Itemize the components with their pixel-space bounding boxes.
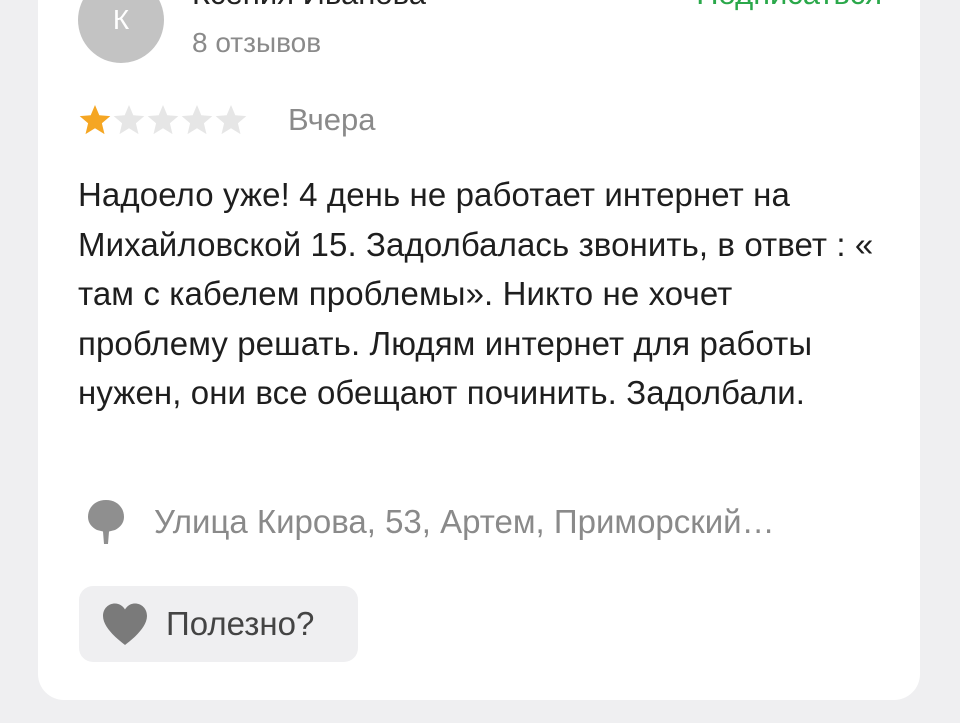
review-card: К Ксения Иванова 8 отзывов Подписаться В… bbox=[38, 0, 920, 700]
heart-icon bbox=[103, 603, 147, 645]
subscribe-button[interactable]: Подписаться bbox=[696, 0, 882, 12]
star-filled-icon bbox=[79, 105, 111, 135]
star-empty-icon bbox=[215, 105, 247, 135]
star-empty-icon bbox=[147, 105, 179, 135]
review-text: Надоело уже! 4 день не работает интернет… bbox=[78, 176, 874, 411]
review-date: Вчера bbox=[288, 102, 376, 137]
star-empty-icon bbox=[113, 105, 145, 135]
map-pin-icon bbox=[88, 500, 124, 544]
address-text: Улица Кирова, 53, Артем, Приморский… bbox=[154, 503, 775, 540]
helpful-button[interactable]: Полезно? bbox=[79, 586, 358, 662]
author-name[interactable]: Ксения Иванова bbox=[192, 0, 426, 12]
avatar[interactable]: К bbox=[78, 0, 164, 63]
review-count: 8 отзывов bbox=[192, 27, 322, 58]
helpful-label: Полезно? bbox=[166, 605, 315, 642]
star-empty-icon bbox=[181, 105, 213, 135]
star-rating bbox=[78, 103, 248, 137]
address-link[interactable]: Улица Кирова, 53, Артем, Приморский… bbox=[86, 498, 886, 546]
avatar-letter: К bbox=[112, 4, 130, 35]
